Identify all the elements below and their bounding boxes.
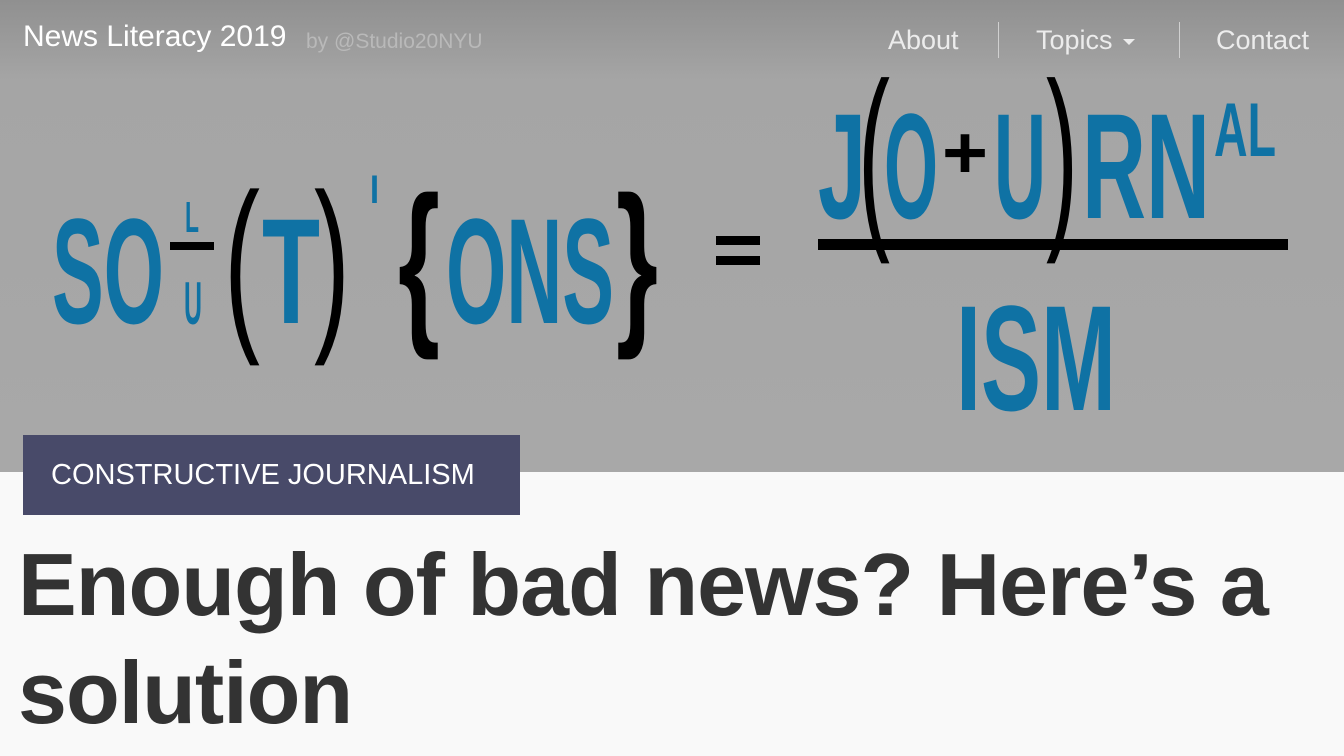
art-close-brace: } — [616, 160, 658, 361]
art-equals-top — [716, 236, 760, 245]
art-frac-bar — [170, 242, 214, 250]
main-nav: About Topics Contact — [874, 22, 1344, 58]
nav-divider — [1179, 22, 1180, 58]
art-al: AL — [1214, 88, 1276, 173]
art-equals-bottom — [716, 256, 760, 265]
top-navigation-bar: News Literacy 2019 by @Studio20NYU About… — [0, 0, 1344, 80]
hero-banner: SO L U ( T ) I { ONS } J ( O + U ) RN AL… — [0, 0, 1344, 472]
nav-about[interactable]: About — [888, 22, 959, 58]
art-i: I — [370, 168, 379, 212]
art-t: T — [262, 187, 320, 355]
art-o: O — [884, 82, 938, 250]
site-byline: by @Studio20NYU — [306, 30, 483, 53]
art-ons: ONS — [446, 187, 614, 355]
art-close-paren-left: ) — [314, 155, 350, 367]
art-frac-top: L — [185, 193, 199, 242]
article-headline: Enough of bad news? Here’s a solution — [18, 535, 1269, 742]
art-open-brace: { — [398, 160, 440, 361]
site-title[interactable]: News Literacy 2019 — [23, 20, 286, 54]
art-open-paren-left: ( — [224, 155, 260, 367]
art-rn: RN — [1082, 82, 1210, 250]
art-frac-bottom: U — [184, 270, 202, 337]
nav-topics[interactable]: Topics — [1036, 22, 1135, 58]
nav-contact[interactable]: Contact — [1216, 22, 1309, 58]
chevron-down-icon — [1122, 38, 1135, 45]
art-ism: ISM — [956, 274, 1116, 442]
art-fraction-bar — [818, 239, 1288, 250]
art-u: U — [994, 82, 1046, 250]
nav-topics-label: Topics — [1036, 25, 1113, 55]
art-so: SO — [52, 187, 164, 355]
art-plus: + — [942, 111, 988, 194]
nav-divider — [998, 22, 999, 58]
category-tag[interactable]: CONSTRUCTIVE JOURNALISM — [23, 435, 520, 515]
